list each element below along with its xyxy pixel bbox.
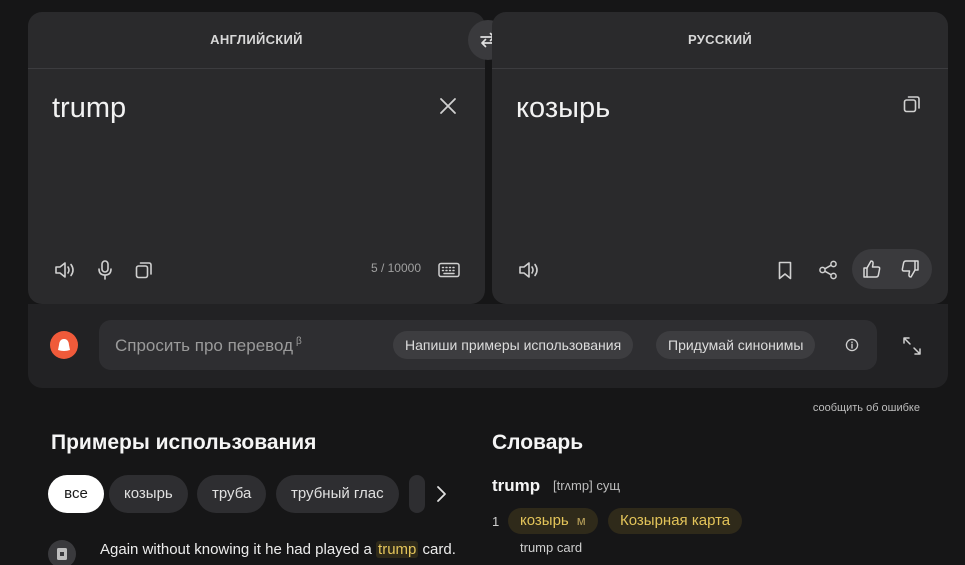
transcription: [trʌmp] сущ — [553, 478, 621, 493]
keyboard-icon[interactable] — [436, 258, 462, 282]
ask-input[interactable]: Спросить про перевод β Напиши примеры исп… — [99, 320, 877, 370]
character-counter: 5 / 10000 — [370, 261, 421, 275]
feedback-group — [852, 249, 932, 289]
translation-text: козырь — [516, 92, 611, 124]
filter-chip[interactable]: труба — [197, 475, 267, 513]
target-panel: РУССКИЙ козырь — [492, 12, 948, 304]
translation-chip[interactable]: Козырная карта — [608, 508, 743, 534]
alice-logo-icon — [50, 331, 78, 359]
dictionary-example: trump card — [520, 540, 583, 555]
entry-number: 1 — [492, 514, 500, 529]
ask-about-translation-bar: Спросить про перевод β Напиши примеры исп… — [28, 304, 948, 388]
copy-icon[interactable] — [900, 92, 924, 116]
highlighted-word: trump — [376, 541, 419, 558]
close-icon[interactable] — [436, 94, 460, 118]
examples-title: Примеры использования — [51, 431, 317, 454]
bookmark-icon[interactable] — [774, 258, 796, 282]
info-icon[interactable] — [843, 336, 861, 354]
filter-chip-all[interactable]: все — [48, 475, 104, 513]
ask-placeholder: Спросить про перевод β — [115, 336, 302, 355]
book-icon — [48, 540, 76, 565]
divider — [492, 68, 948, 69]
speaker-icon[interactable] — [516, 258, 542, 282]
filter-chip[interactable]: козырь — [109, 475, 188, 513]
filter-chip[interactable]: трубный глас — [276, 475, 399, 513]
report-error-link[interactable]: сообщить об ошибке — [813, 402, 920, 414]
dictionary-headword: trump — [492, 476, 541, 495]
filter-chip[interactable] — [409, 475, 425, 513]
translation-chip[interactable]: козырь м — [508, 508, 598, 534]
source-text-input[interactable]: trump — [52, 92, 126, 125]
speaker-icon[interactable] — [52, 258, 78, 282]
share-icon[interactable] — [816, 258, 840, 282]
suggestion-chip-synonyms[interactable]: Придумай синонимы — [656, 331, 816, 359]
thumbs-up-icon[interactable] — [860, 257, 884, 281]
chevron-right-icon[interactable] — [428, 480, 454, 508]
suggestion-chip-examples[interactable]: Напиши примеры использования — [393, 331, 634, 359]
example-sentence: Again without knowing it he had played a… — [100, 541, 456, 558]
expand-icon[interactable] — [900, 334, 924, 358]
example-item: Again without knowing it he had played a… — [48, 538, 468, 565]
source-language-button[interactable]: АНГЛИЙСКИЙ — [28, 32, 485, 47]
microphone-icon[interactable] — [94, 258, 116, 282]
copy-icon[interactable] — [133, 258, 155, 282]
divider — [28, 68, 485, 69]
target-language-button[interactable]: РУССКИЙ — [492, 32, 948, 47]
dictionary-title: Словарь — [492, 431, 584, 454]
source-panel: АНГЛИЙСКИЙ trump 5 / 10000 — [28, 12, 485, 304]
thumbs-down-icon[interactable] — [898, 257, 922, 281]
